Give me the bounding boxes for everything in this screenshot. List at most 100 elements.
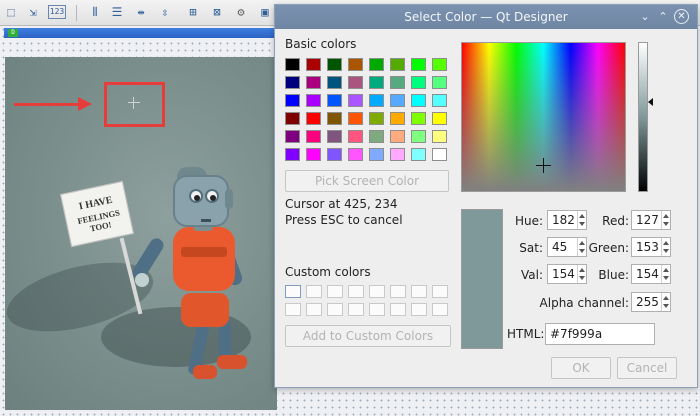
basic-color-swatch[interactable]: [411, 130, 426, 143]
basic-color-swatch[interactable]: [369, 148, 384, 161]
basic-color-swatch[interactable]: [432, 58, 447, 71]
form-preview-icon[interactable]: ▣: [256, 3, 274, 21]
red-spinbox[interactable]: 127: [631, 210, 671, 230]
basic-color-swatch[interactable]: [348, 130, 363, 143]
basic-color-swatch[interactable]: [390, 76, 405, 89]
alpha-spinbox[interactable]: 255: [631, 292, 671, 312]
edit-tab-order-icon[interactable]: 123: [48, 5, 66, 19]
value-slider[interactable]: [638, 42, 648, 192]
minimize-icon[interactable]: ⌄: [637, 9, 653, 25]
custom-color-slot[interactable]: [348, 303, 364, 316]
spin-arrows-icon[interactable]: [661, 293, 670, 311]
basic-color-swatch[interactable]: [327, 130, 342, 143]
basic-color-swatch[interactable]: [348, 148, 363, 161]
custom-color-slot[interactable]: [306, 303, 322, 316]
custom-color-slot[interactable]: [432, 303, 448, 316]
custom-color-slot[interactable]: [327, 303, 343, 316]
basic-color-swatch[interactable]: [432, 112, 447, 125]
layout-splitter-v-icon[interactable]: ⇳: [156, 3, 174, 21]
hue-spinbox[interactable]: 182: [547, 210, 587, 230]
custom-color-slot[interactable]: [306, 285, 322, 298]
basic-color-swatch[interactable]: [306, 112, 321, 125]
layout-horizontal-icon[interactable]: ⦀: [86, 3, 104, 21]
basic-color-swatch[interactable]: [285, 148, 300, 161]
custom-color-slot[interactable]: [369, 303, 385, 316]
basic-color-swatch[interactable]: [327, 148, 342, 161]
custom-color-slot[interactable]: [285, 303, 301, 316]
maximize-icon[interactable]: ⌃: [655, 9, 671, 25]
basic-color-swatch[interactable]: [306, 94, 321, 107]
sat-spinbox[interactable]: 45: [547, 237, 587, 257]
basic-color-swatch[interactable]: [411, 76, 426, 89]
layout-vertical-icon[interactable]: ☰: [108, 3, 126, 21]
html-color-input[interactable]: #7f999a: [545, 323, 655, 345]
val-spinbox[interactable]: 154: [547, 264, 587, 284]
cancel-button[interactable]: Cancel: [617, 357, 677, 379]
basic-color-swatch[interactable]: [411, 148, 426, 161]
basic-color-swatch[interactable]: [411, 94, 426, 107]
pick-screen-color-button[interactable]: Pick Screen Color: [285, 170, 449, 192]
basic-color-swatch[interactable]: [369, 112, 384, 125]
blue-spinbox[interactable]: 154: [631, 264, 671, 284]
layout-grid-icon[interactable]: ⊞: [184, 3, 202, 21]
form-window-titlebar[interactable]: [4, 28, 279, 38]
value-slider-marker-icon[interactable]: [648, 98, 653, 106]
spin-arrows-icon[interactable]: [577, 211, 586, 229]
basic-color-swatch[interactable]: [432, 94, 447, 107]
spin-arrows-icon[interactable]: [661, 238, 670, 256]
basic-color-swatch[interactable]: [285, 58, 300, 71]
ok-button[interactable]: OK: [551, 357, 611, 379]
basic-color-swatch[interactable]: [411, 112, 426, 125]
basic-color-swatch[interactable]: [390, 148, 405, 161]
custom-color-slot[interactable]: [411, 303, 427, 316]
basic-color-swatch[interactable]: [390, 130, 405, 143]
basic-color-swatch[interactable]: [327, 58, 342, 71]
green-spinbox[interactable]: 153: [631, 237, 671, 257]
spin-arrows-icon[interactable]: [661, 265, 670, 283]
basic-color-swatch[interactable]: [390, 112, 405, 125]
basic-color-swatch[interactable]: [369, 58, 384, 71]
spin-arrows-icon[interactable]: [661, 211, 670, 229]
dialog-titlebar[interactable]: Select Color — Qt Designer ⌄ ⌃ ✕: [275, 5, 697, 29]
edit-widgets-icon[interactable]: ⬚: [2, 3, 20, 21]
basic-color-swatch[interactable]: [369, 76, 384, 89]
basic-color-swatch[interactable]: [285, 76, 300, 89]
adjust-size-icon[interactable]: ⚙: [232, 3, 250, 21]
add-to-custom-colors-button[interactable]: Add to Custom Colors: [285, 325, 451, 347]
basic-color-swatch[interactable]: [432, 76, 447, 89]
basic-color-swatch[interactable]: [369, 94, 384, 107]
custom-color-slot[interactable]: [348, 285, 364, 298]
basic-color-swatch[interactable]: [306, 58, 321, 71]
basic-color-swatch[interactable]: [327, 76, 342, 89]
basic-color-swatch[interactable]: [390, 94, 405, 107]
custom-color-slot[interactable]: [390, 303, 406, 316]
custom-color-slot[interactable]: [327, 285, 343, 298]
break-layout-icon[interactable]: ⊠: [208, 3, 226, 21]
basic-color-swatch[interactable]: [411, 58, 426, 71]
basic-color-swatch[interactable]: [432, 148, 447, 161]
basic-color-swatch[interactable]: [348, 112, 363, 125]
basic-color-swatch[interactable]: [348, 76, 363, 89]
custom-color-slot[interactable]: [369, 285, 385, 298]
basic-color-swatch[interactable]: [306, 148, 321, 161]
basic-color-swatch[interactable]: [285, 130, 300, 143]
custom-color-slot[interactable]: [390, 285, 406, 298]
basic-color-swatch[interactable]: [327, 112, 342, 125]
custom-color-slot[interactable]: [285, 285, 301, 298]
basic-color-swatch[interactable]: [306, 76, 321, 89]
basic-color-swatch[interactable]: [327, 94, 342, 107]
basic-color-swatch[interactable]: [432, 130, 447, 143]
basic-color-swatch[interactable]: [390, 58, 405, 71]
edit-signals-icon[interactable]: ⇲: [24, 3, 42, 21]
basic-color-swatch[interactable]: [306, 130, 321, 143]
basic-color-swatch[interactable]: [348, 58, 363, 71]
close-icon[interactable]: ✕: [674, 9, 689, 24]
custom-color-slot[interactable]: [411, 285, 427, 298]
basic-color-swatch[interactable]: [348, 94, 363, 107]
basic-color-swatch[interactable]: [285, 94, 300, 107]
spin-arrows-icon[interactable]: [577, 265, 586, 283]
basic-color-swatch[interactable]: [369, 130, 384, 143]
layout-splitter-h-icon[interactable]: ⇹: [132, 3, 150, 21]
custom-color-slot[interactable]: [432, 285, 448, 298]
basic-color-swatch[interactable]: [285, 112, 300, 125]
